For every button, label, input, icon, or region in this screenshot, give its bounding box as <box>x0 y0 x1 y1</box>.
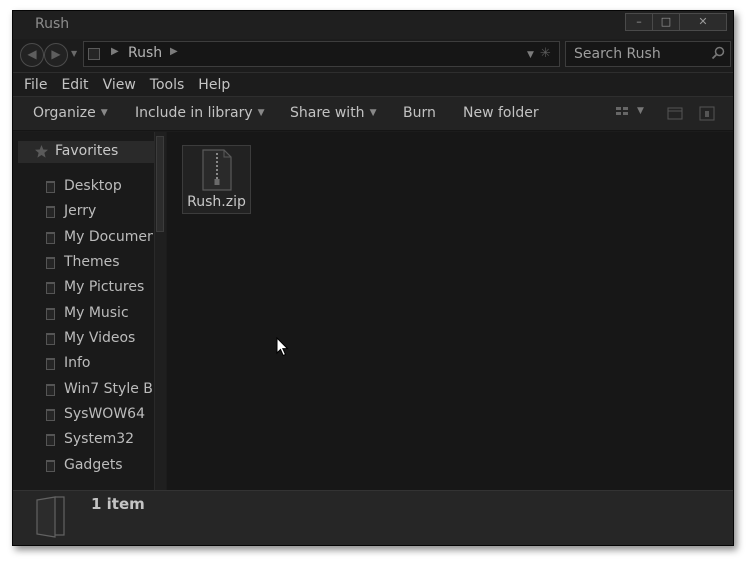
address-bar[interactable]: ▶ Rush ▶ ▼ ✳ <box>83 41 560 67</box>
item-count: 1 item <box>91 495 145 513</box>
back-button[interactable]: ◀ <box>20 43 44 67</box>
nav-item-win7-style-buttons[interactable]: Win7 Style Buttons <box>13 379 153 403</box>
share-with-button[interactable]: Share with ▼ <box>290 105 376 121</box>
folder-icon <box>88 48 100 60</box>
folder-icon <box>46 384 55 396</box>
folder-icon <box>46 333 55 345</box>
nav-item-my-music[interactable]: My Music <box>13 303 153 327</box>
nav-item-label: Win7 Style Buttons <box>64 381 153 397</box>
folder-icon <box>46 358 55 370</box>
breadcrumb-chevron-icon[interactable]: ▶ <box>170 46 178 57</box>
menu-edit[interactable]: Edit <box>61 77 88 93</box>
nav-item-label: My Videos <box>64 330 136 346</box>
preview-pane-icon[interactable] <box>667 107 683 120</box>
folder-icon <box>46 460 55 472</box>
star-icon <box>35 145 48 158</box>
breadcrumb-current-folder[interactable]: Rush <box>128 45 162 61</box>
back-arrow-icon: ◀ <box>27 47 37 61</box>
folder-icon <box>36 496 65 538</box>
address-dropdown-icon[interactable]: ▼ <box>527 50 534 60</box>
file-list[interactable]: Rush.zip <box>167 132 733 490</box>
nav-item-themes[interactable]: Themes <box>13 252 153 276</box>
recent-pages-dropdown[interactable]: ▼ <box>71 49 77 58</box>
chevron-down-icon: ▼ <box>257 108 265 118</box>
nav-item-label: My Music <box>64 305 129 321</box>
menu-help[interactable]: Help <box>198 77 230 93</box>
search-box[interactable]: Search Rush <box>565 41 731 67</box>
folder-icon <box>46 409 55 421</box>
mouse-cursor-icon <box>276 337 289 357</box>
command-bar: Organize ▼ Include in library ▼ Share with… <box>13 97 733 131</box>
nav-item-my-videos[interactable]: My Videos <box>13 328 153 352</box>
scrollbar-thumb[interactable] <box>156 136 164 232</box>
nav-item-label: System32 <box>64 431 135 447</box>
folder-icon <box>46 232 55 244</box>
folder-icon <box>46 434 55 446</box>
nav-item-my-pictures[interactable]: My Pictures <box>13 277 153 301</box>
window-title: Rush <box>35 16 70 32</box>
menu-tools[interactable]: Tools <box>150 77 185 93</box>
favorites-label: Favorites <box>55 143 119 159</box>
include-in-library-label: Include in library <box>135 105 253 121</box>
menu-bar: File Edit View Tools Help <box>13 72 733 97</box>
include-in-library-button[interactable]: Include in library ▼ <box>135 105 265 121</box>
refresh-icon[interactable]: ✳ <box>540 46 551 61</box>
details-pane: 1 item <box>13 490 733 545</box>
folder-icon <box>46 257 55 269</box>
change-view-icon[interactable] <box>615 106 629 120</box>
chevron-down-icon: ▼ <box>100 108 108 118</box>
menu-view[interactable]: View <box>103 77 136 93</box>
navigation-pane: Favorites Desktop Jerry My Documents The… <box>13 132 166 490</box>
nav-item-label: Jerry <box>64 203 97 219</box>
help-icon[interactable] <box>699 106 715 121</box>
share-with-label: Share with <box>290 105 365 121</box>
nav-item-info[interactable]: Info <box>13 353 153 377</box>
new-folder-button[interactable]: New folder <box>463 105 539 121</box>
nav-item-label: Gadgets <box>64 457 123 473</box>
nav-item-desktop[interactable]: Desktop <box>13 176 153 200</box>
zip-file-icon <box>202 149 232 191</box>
organize-label: Organize <box>33 105 96 121</box>
nav-item-gadgets[interactable]: Gadgets <box>13 455 153 479</box>
search-icon[interactable] <box>710 45 726 61</box>
folder-icon <box>46 282 55 294</box>
organize-button[interactable]: Organize ▼ <box>33 105 108 121</box>
nav-item-label: Desktop <box>64 178 122 194</box>
chevron-down-icon: ▼ <box>369 108 377 118</box>
window-controls: – □ ✕ <box>625 13 727 31</box>
minimize-button[interactable]: – <box>625 13 652 31</box>
explorer-window: Rush – □ ✕ ◀ ▶ ▼ ▶ Rush ▶ ▼ ✳ Search Rus… <box>12 10 734 546</box>
file-name: Rush.zip <box>187 194 246 210</box>
breadcrumb-chevron-icon[interactable]: ▶ <box>111 46 119 57</box>
view-options-chevron-icon[interactable]: ▼ <box>637 106 644 116</box>
burn-button[interactable]: Burn <box>403 105 436 121</box>
forward-arrow-icon: ▶ <box>51 47 61 61</box>
navigation-scrollbar[interactable] <box>154 132 166 490</box>
title-bar[interactable]: Rush – □ ✕ <box>13 11 733 39</box>
file-item-rush-zip[interactable]: Rush.zip <box>182 145 251 214</box>
nav-item-label: Info <box>64 355 91 371</box>
maximize-button[interactable]: □ <box>652 13 679 31</box>
nav-item-label: My Pictures <box>64 279 145 295</box>
folder-icon <box>46 206 55 218</box>
close-button[interactable]: ✕ <box>679 13 727 31</box>
favorites-header[interactable]: Favorites <box>18 141 164 163</box>
nav-item-label: SysWOW64 <box>64 406 145 422</box>
folder-icon <box>46 308 55 320</box>
nav-item-syswow64[interactable]: SysWOW64 <box>13 404 153 428</box>
forward-button[interactable]: ▶ <box>44 43 68 67</box>
desktop-icon <box>46 181 55 193</box>
nav-item-label: Themes <box>64 254 120 270</box>
nav-item-my-documents[interactable]: My Documents <box>13 227 153 251</box>
search-input[interactable]: Search Rush <box>574 46 661 62</box>
nav-item-jerry[interactable]: Jerry <box>13 201 153 225</box>
nav-item-label: My Documents <box>64 229 153 245</box>
menu-file[interactable]: File <box>24 77 47 93</box>
nav-item-system32[interactable]: System32 <box>13 429 153 453</box>
